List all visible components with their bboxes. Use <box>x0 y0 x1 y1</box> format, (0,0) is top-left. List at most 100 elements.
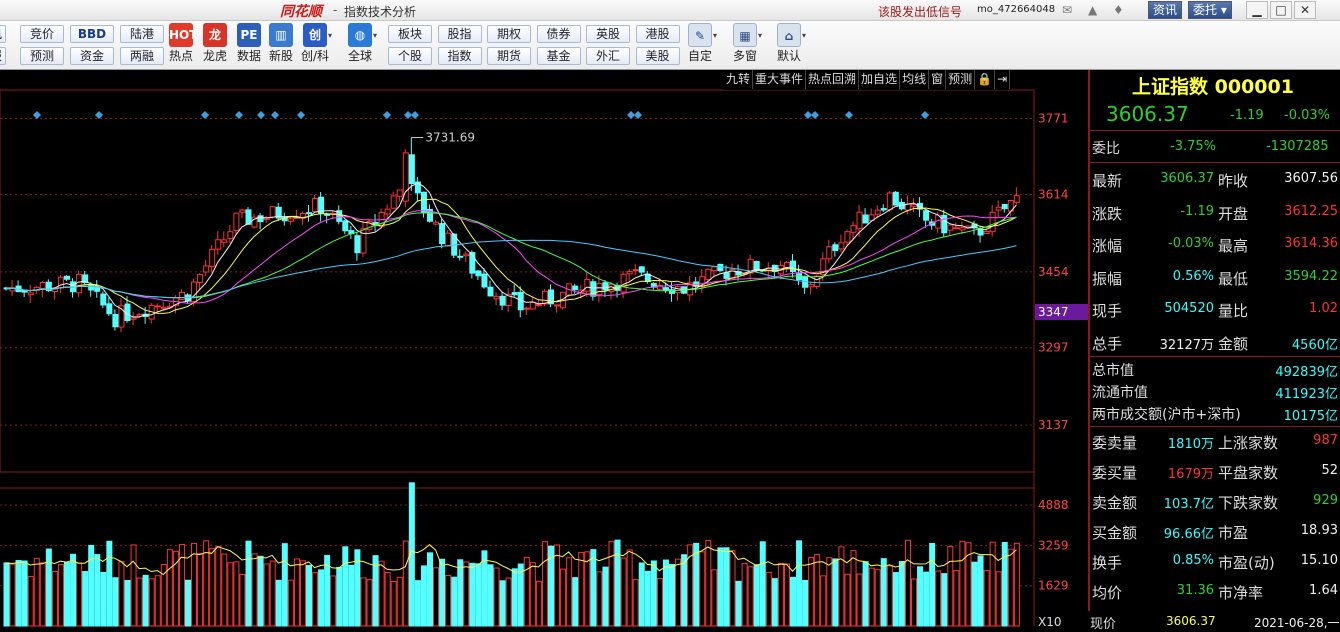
toolbar-button-1[interactable]: BBD <box>70 25 114 43</box>
signal-diamond[interactable] <box>201 111 209 119</box>
volume-bar-up <box>293 558 300 627</box>
volume-bar-up <box>191 542 198 627</box>
quote-label: 振幅 <box>1092 269 1123 288</box>
quote-label: 总手 <box>1092 334 1123 353</box>
signal-diamond[interactable] <box>845 111 853 119</box>
signal-diamond[interactable] <box>383 111 391 119</box>
signal-diamond[interactable] <box>297 111 305 119</box>
minimize-button[interactable]: ▁ <box>1246 1 1268 19</box>
chart-menu-item-6[interactable]: 预测 <box>946 70 976 89</box>
toolbar-hot-button[interactable]: HOT 热点 <box>164 23 198 69</box>
candle-up <box>953 227 960 230</box>
candle-up <box>433 221 440 225</box>
market-button-6[interactable]: 个股 <box>388 47 432 65</box>
volume-bar-down <box>124 579 131 627</box>
chart-menu-item-2[interactable]: 热点回溯 <box>806 70 860 89</box>
toolbar-custom-button[interactable]: ✎ 自定 ▾ <box>683 23 717 69</box>
candle-up <box>989 211 996 233</box>
chart-menu-item-0[interactable]: 九转 <box>724 70 754 89</box>
signal-diamond[interactable] <box>921 111 929 119</box>
signal-diamond[interactable] <box>235 111 243 119</box>
volume-bar-up <box>874 569 881 627</box>
market-button-9[interactable]: 基金 <box>536 47 581 65</box>
toolbar-new-stock-button[interactable]: ▥ 新股 <box>264 23 298 69</box>
quote-value: -1.19 <box>1180 203 1214 219</box>
toolbar-multi-window-button[interactable]: ▦ 多窗 ▾ <box>728 23 762 69</box>
market-button-3[interactable]: 债券 <box>536 25 581 43</box>
signal-diamond[interactable] <box>257 111 265 119</box>
candle-down <box>977 228 984 236</box>
volume-bar-down <box>802 579 809 627</box>
market-button-1[interactable]: 股指 <box>437 25 482 43</box>
report-cut-button[interactable]: 报 <box>0 47 6 65</box>
quote-panel: 上证指数 000001 3606.37 -1.19 -0.03% 委比 -3.7… <box>1088 70 1340 631</box>
chart-menu-item-3[interactable]: 加自选 <box>859 70 901 89</box>
market-value: 411923亿 <box>1275 387 1338 402</box>
toolbar-button-4[interactable]: 资金 <box>70 47 114 65</box>
chart-menu: 九转 重大事件 热点回溯 加自选 均线窗预测 🔒 ⇥ <box>724 70 1011 90</box>
mail-icon[interactable]: ✉ <box>1062 3 1072 17</box>
chart-menu-item-1[interactable]: 重大事件 <box>753 70 807 89</box>
volume-bar-down <box>112 577 119 627</box>
signal-diamond[interactable] <box>404 111 412 119</box>
hot-icon: HOT <box>169 23 197 47</box>
signal-diamond[interactable] <box>271 111 279 119</box>
toolbar-pe-button[interactable]: PE 数据 <box>232 23 266 69</box>
kline-chart[interactable]: 3771 3614 3454 3297 3137 3347 4888 3259 1629 X10 3… <box>0 70 1090 631</box>
signal-diamond[interactable] <box>634 111 642 119</box>
toolbar-button-0[interactable]: 竞价 <box>20 25 64 43</box>
market-button-7[interactable]: 指数 <box>437 47 482 65</box>
signal-diamond[interactable] <box>95 111 103 119</box>
news-button[interactable]: 资讯 <box>1148 1 1183 19</box>
market-button-10[interactable]: 外汇 <box>586 47 630 65</box>
signal-diamond[interactable] <box>33 111 41 119</box>
news-cut-button[interactable]: 讯 <box>0 25 6 43</box>
chart-menu-item-8[interactable]: ⇥ <box>995 70 1011 89</box>
bell-icon[interactable]: ▲ <box>1088 3 1097 17</box>
toolbar-globe-button[interactable]: ◍ 全球 ▾ <box>343 23 377 69</box>
market-button-5[interactable]: 港股 <box>635 25 680 43</box>
volume-bar-down <box>336 566 343 627</box>
shirt-icon[interactable]: ♦ <box>1113 3 1124 17</box>
chart-menu-item-4[interactable]: 均线 <box>900 70 930 89</box>
maximize-button[interactable]: □ <box>1270 1 1292 19</box>
volume-bar-down <box>723 547 730 627</box>
quote-label: 涨幅 <box>1092 237 1123 255</box>
pe-icon: PE <box>237 23 261 47</box>
stat-value: 31.36 <box>1176 583 1214 598</box>
toolbar-button-3[interactable]: 预测 <box>20 47 64 65</box>
market-button-8[interactable]: 期货 <box>487 47 531 65</box>
toolbar-button-5[interactable]: 两融 <box>120 47 164 65</box>
toolbar-dragon-button[interactable]: 龙龙虎 <box>198 23 232 69</box>
toolbar-button-2[interactable]: 陆港 <box>120 25 164 43</box>
toolbar-home-button[interactable]: ⌂ 默认 ▾ <box>772 23 806 69</box>
volume-bar-down <box>1001 541 1008 627</box>
volume-bar-down <box>342 546 349 627</box>
volume-bar-up <box>154 575 161 627</box>
market-button-4[interactable]: 英股 <box>586 25 630 43</box>
volume-bar-down <box>590 549 597 627</box>
volume-bar-up <box>178 543 185 627</box>
signal-diamond[interactable] <box>811 111 819 119</box>
chart-menu-item-7[interactable]: 🔒 <box>975 70 996 89</box>
custom-icon: ✎ <box>688 23 712 47</box>
volume-bar-up <box>747 566 754 627</box>
chart-menu-item-5[interactable]: 窗 <box>929 70 947 89</box>
signal-diamond[interactable] <box>627 111 635 119</box>
signal-link[interactable]: 该股发出低信号 <box>878 3 962 20</box>
volume-tick-label: 4888 <box>1038 498 1069 512</box>
market-button-11[interactable]: 美股 <box>635 47 680 65</box>
kline-chart-panel[interactable]: 3771 3614 3454 3297 3137 3347 4888 3259 1629 X10 3… <box>0 70 1090 631</box>
market-button-2[interactable]: 期权 <box>487 25 531 43</box>
volume-bar-up <box>378 560 385 627</box>
volume-bar-down <box>475 563 482 627</box>
close-button[interactable]: ✕ <box>1294 1 1316 19</box>
volume-bar-up <box>130 544 137 627</box>
order-button[interactable]: 委托 ▾ <box>1188 1 1232 19</box>
toolbar-chuang-button[interactable]: 创创/科 ▾ <box>298 23 332 69</box>
signal-diamond[interactable] <box>804 111 812 119</box>
signal-diamond[interactable] <box>411 111 419 119</box>
volume-bar-up <box>699 551 706 627</box>
user-id[interactable]: mo_472664048 <box>977 4 1055 15</box>
market-button-0[interactable]: 板块 <box>388 25 432 43</box>
